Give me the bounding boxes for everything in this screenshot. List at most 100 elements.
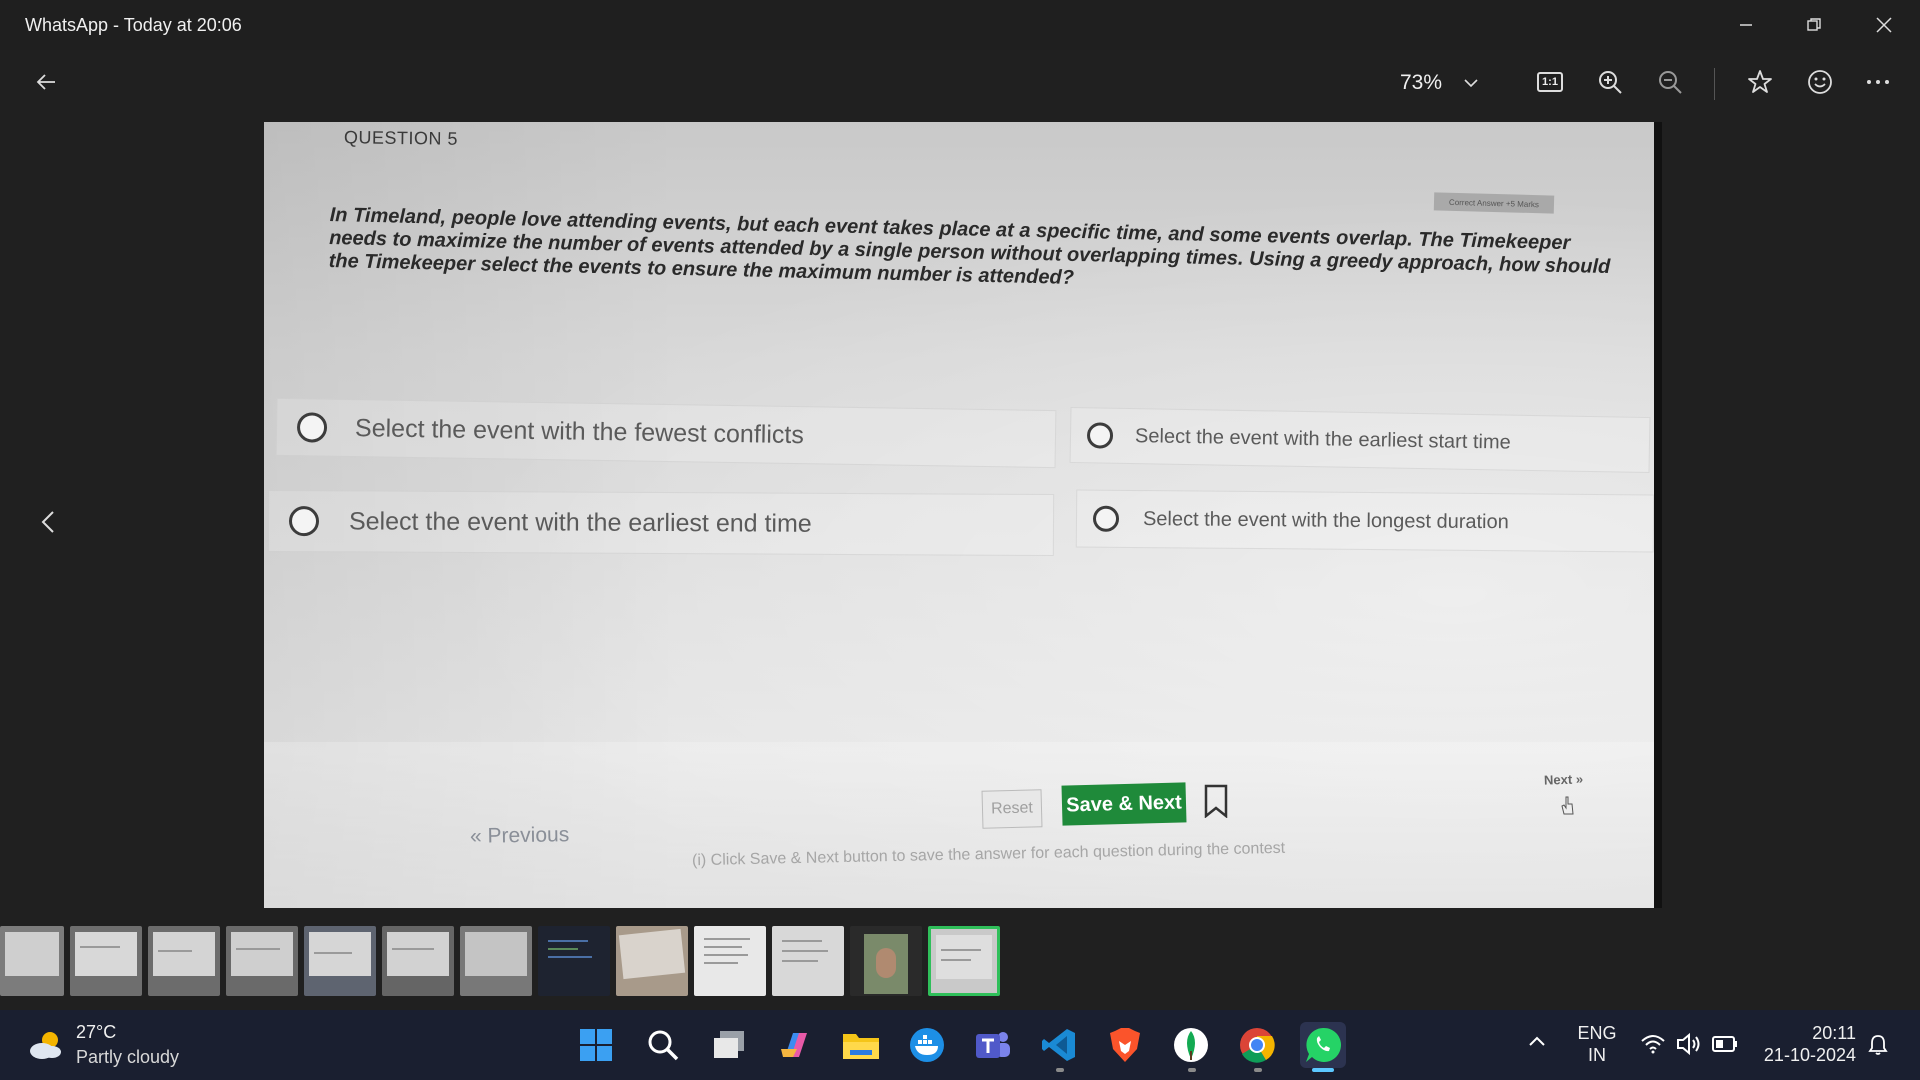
zoom-out-icon	[1659, 71, 1682, 94]
task-view-button[interactable]	[706, 1022, 752, 1068]
radio-button[interactable]	[1092, 505, 1120, 532]
marks-badge: Correct Answer +5 Marks	[1433, 192, 1555, 214]
weather-temperature: 27°C	[76, 1022, 117, 1042]
weather-condition: Partly cloudy	[76, 1047, 180, 1067]
smiley-icon	[1808, 70, 1832, 94]
favorite-button[interactable]	[1740, 62, 1780, 102]
thumbnail[interactable]	[616, 926, 688, 996]
close-icon	[1876, 17, 1892, 33]
copilot-button[interactable]	[772, 1022, 818, 1068]
filmstrip	[0, 924, 1920, 1000]
thumbnail[interactable]	[850, 926, 922, 996]
option-4[interactable]: Select the event with the longest durati…	[1075, 489, 1655, 553]
folder-icon	[843, 1034, 879, 1059]
teams-icon	[976, 1032, 1010, 1058]
vscode-button[interactable]	[1036, 1022, 1082, 1068]
viewer-toolbar	[0, 50, 1920, 120]
zoom-dropdown[interactable]: 73%	[1400, 66, 1478, 100]
start-button[interactable]	[573, 1022, 619, 1068]
radio-button[interactable]	[1086, 422, 1114, 449]
save-next-button[interactable]: Save & Next	[1061, 782, 1187, 826]
restore-icon	[1807, 18, 1821, 31]
restore-button[interactable]	[1780, 0, 1848, 50]
option-label: Select the event with the earliest end t…	[348, 506, 812, 538]
clock[interactable]: 20:11 21-10-2024	[1756, 1022, 1856, 1066]
thumbnail[interactable]	[382, 926, 454, 996]
notification-bell-icon[interactable]	[1868, 1034, 1888, 1056]
partly-cloudy-icon	[30, 1032, 61, 1059]
thumbnail[interactable]	[0, 926, 64, 996]
hand-cursor-icon	[1561, 796, 1574, 815]
zoom-in-icon	[1599, 71, 1622, 94]
weather-widget[interactable]: 27°C Partly cloudy	[26, 1022, 179, 1068]
show-hidden-icons-button[interactable]	[1528, 1034, 1546, 1052]
photo-image: QUESTION 5 Correct Answer +5 Marks In Ti…	[264, 122, 1662, 908]
thumbnail[interactable]	[226, 926, 298, 996]
app-active-indicator	[1312, 1068, 1334, 1072]
vscode-icon	[1042, 1029, 1075, 1061]
brave-button[interactable]	[1102, 1022, 1148, 1068]
option-3[interactable]: Select the event with the earliest end t…	[267, 489, 1055, 557]
thumbnail-selected[interactable]	[928, 926, 1000, 996]
question-label: QUESTION 5	[343, 127, 459, 149]
thumbnail[interactable]	[148, 926, 220, 996]
reaction-button[interactable]	[1800, 62, 1840, 102]
back-arrow-icon	[36, 74, 55, 90]
next-button[interactable]: Next »	[1544, 771, 1584, 787]
language-code: ENG	[1577, 1023, 1617, 1043]
more-options-button[interactable]	[1858, 62, 1898, 102]
search-icon	[648, 1030, 679, 1061]
whatsapp-icon	[1306, 1027, 1342, 1062]
windows-start-icon	[580, 1029, 612, 1061]
chrome-button[interactable]	[1234, 1022, 1280, 1068]
option-2[interactable]: Select the event with the earliest start…	[1069, 406, 1651, 474]
previous-photo-button[interactable]	[30, 504, 66, 540]
option-label: Select the event with the earliest start…	[1134, 424, 1511, 454]
zoom-out-button[interactable]	[1650, 62, 1690, 102]
minimize-icon	[1740, 24, 1752, 26]
whatsapp-button[interactable]	[1300, 1022, 1346, 1068]
teams-button[interactable]	[970, 1022, 1016, 1068]
zoom-in-button[interactable]	[1590, 62, 1630, 102]
option-label: Select the event with the fewest conflic…	[354, 413, 805, 449]
copilot-icon	[781, 1033, 807, 1057]
thumbnail[interactable]	[694, 926, 766, 996]
minimize-button[interactable]	[1712, 0, 1780, 50]
region-code: IN	[1588, 1045, 1606, 1065]
taskbar	[0, 1010, 1920, 1080]
thumbnail[interactable]	[304, 926, 376, 996]
back-button[interactable]	[26, 62, 66, 102]
app-running-indicator	[1056, 1068, 1064, 1072]
option-1[interactable]: Select the event with the fewest conflic…	[275, 397, 1057, 469]
mongodb-compass-button[interactable]	[1168, 1022, 1214, 1068]
thumbnail[interactable]	[772, 926, 844, 996]
window-title: WhatsApp - Today at 20:06	[25, 14, 242, 35]
thumbnail[interactable]	[70, 926, 142, 996]
volume-icon[interactable]	[1676, 1032, 1702, 1056]
chrome-icon	[1240, 1028, 1275, 1063]
clock-time: 20:11	[1812, 1023, 1856, 1043]
search-button[interactable]	[640, 1022, 686, 1068]
docker-icon	[910, 1028, 944, 1062]
actual-size-button[interactable]: 1:1	[1530, 62, 1570, 102]
radio-button[interactable]	[288, 506, 320, 537]
close-button[interactable]	[1850, 0, 1918, 50]
language-indicator[interactable]: ENG IN	[1572, 1022, 1622, 1066]
thumbnail[interactable]	[460, 926, 532, 996]
reset-button[interactable]: Reset	[981, 789, 1043, 829]
title-bar: WhatsApp - Today at 20:06	[0, 0, 1920, 50]
file-explorer-button[interactable]	[838, 1022, 884, 1068]
actual-size-icon: 1:1	[1537, 72, 1563, 92]
chevron-down-icon	[1464, 79, 1478, 88]
battery-icon[interactable]	[1712, 1036, 1738, 1052]
wifi-icon[interactable]	[1640, 1034, 1666, 1054]
radio-button[interactable]	[296, 412, 328, 443]
app-running-indicator	[1188, 1068, 1196, 1072]
docker-button[interactable]	[904, 1022, 950, 1068]
thumbnail[interactable]	[538, 926, 610, 996]
previous-button[interactable]: « Previous	[470, 823, 570, 849]
app-running-indicator	[1254, 1068, 1262, 1072]
bookmark-icon[interactable]	[1204, 784, 1228, 818]
mongodb-compass-icon	[1174, 1028, 1208, 1062]
photo-edge	[1654, 122, 1662, 908]
